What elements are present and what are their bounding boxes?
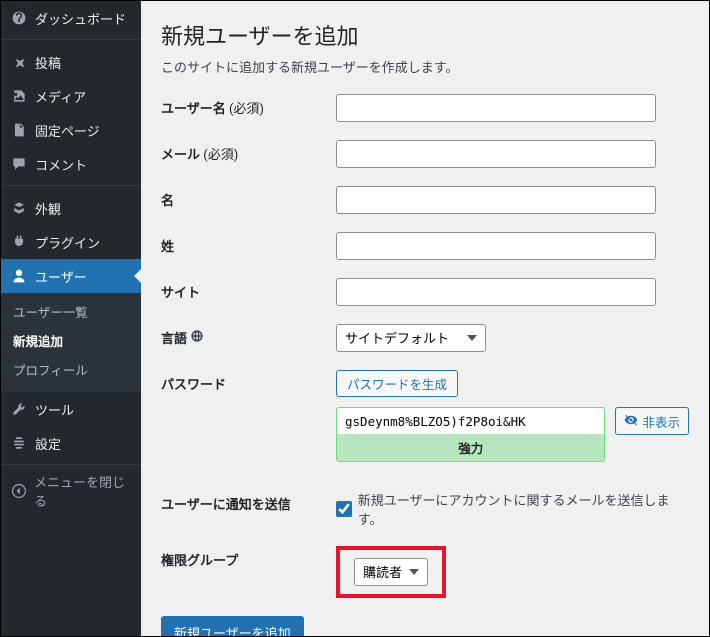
page-icon bbox=[9, 120, 29, 140]
lastname-label: 姓 bbox=[161, 232, 336, 255]
appearance-icon bbox=[9, 198, 29, 218]
sidebar-item-appearance[interactable]: 外観 bbox=[1, 191, 141, 225]
users-submenu: ユーザー一覧 新規追加 プロフィール bbox=[1, 293, 141, 392]
comment-icon bbox=[9, 154, 29, 174]
password-label: パスワード bbox=[161, 370, 336, 393]
role-label: 権限グループ bbox=[161, 546, 336, 569]
sidebar-item-label: 固定ページ bbox=[35, 121, 100, 140]
user-icon bbox=[9, 266, 29, 286]
sidebar-item-pages[interactable]: 固定ページ bbox=[1, 113, 141, 147]
sidebar-item-posts[interactable]: 投稿 bbox=[1, 45, 141, 79]
sidebar-item-label: ダッシュボード bbox=[35, 9, 126, 28]
settings-icon bbox=[9, 433, 29, 453]
page-description: このサイトに追加する新規ユーザーを作成します。 bbox=[161, 57, 689, 76]
generate-password-button[interactable]: パスワードを生成 bbox=[336, 370, 458, 397]
lastname-input[interactable] bbox=[336, 232, 656, 260]
role-select[interactable]: 購読者 bbox=[354, 558, 428, 586]
language-select[interactable]: サイトデフォルト bbox=[336, 324, 486, 352]
sidebar-item-label: 外観 bbox=[35, 199, 61, 218]
admin-sidebar: ダッシュボード 投稿 メディア 固定ページ コメント 外観 プラグイン ユーザー… bbox=[1, 1, 141, 636]
add-user-submit-button[interactable]: 新規ユーザーを追加 bbox=[161, 616, 304, 636]
main-content: 新規ユーザーを追加 このサイトに追加する新規ユーザーを作成します。 ユーザー名 … bbox=[141, 1, 709, 636]
username-input[interactable] bbox=[336, 94, 656, 122]
sidebar-item-label: コメント bbox=[35, 155, 87, 174]
sidebar-item-label: 設定 bbox=[35, 434, 61, 453]
collapse-label: メニューを閉じる bbox=[34, 472, 133, 510]
sidebar-item-label: メディア bbox=[35, 87, 86, 106]
translate-icon bbox=[190, 332, 204, 347]
page-title: 新規ユーザーを追加 bbox=[161, 19, 689, 51]
plugin-icon bbox=[9, 232, 29, 252]
username-label: ユーザー名 (必須) bbox=[161, 94, 336, 117]
tools-icon bbox=[9, 399, 29, 419]
sidebar-item-label: ツール bbox=[35, 400, 74, 419]
submenu-item-all-users[interactable]: ユーザー一覧 bbox=[1, 297, 141, 326]
firstname-input[interactable] bbox=[336, 186, 656, 214]
role-highlight-box: 購読者 bbox=[336, 546, 446, 598]
menu-separator bbox=[1, 35, 141, 40]
website-label: サイト bbox=[161, 278, 336, 301]
collapse-menu-button[interactable]: メニューを閉じる bbox=[1, 464, 141, 517]
password-strength-indicator: 強力 bbox=[337, 434, 604, 461]
dashboard-icon bbox=[9, 8, 29, 28]
menu-separator bbox=[1, 181, 141, 186]
sidebar-item-plugins[interactable]: プラグイン bbox=[1, 225, 141, 259]
sidebar-item-label: ユーザー bbox=[35, 267, 87, 286]
notify-label: ユーザーに通知を送信 bbox=[161, 490, 336, 513]
website-input[interactable] bbox=[336, 278, 656, 306]
sidebar-item-label: プラグイン bbox=[35, 233, 100, 252]
notify-checkbox-wrap[interactable]: 新規ユーザーにアカウントに関するメールを送信します。 bbox=[336, 490, 689, 528]
password-box: 強力 bbox=[336, 407, 605, 462]
sidebar-item-dashboard[interactable]: ダッシュボード bbox=[1, 1, 141, 35]
collapse-icon bbox=[9, 481, 28, 501]
sidebar-item-comments[interactable]: コメント bbox=[1, 147, 141, 181]
sidebar-item-tools[interactable]: ツール bbox=[1, 392, 141, 426]
pin-icon bbox=[9, 52, 29, 72]
password-input[interactable] bbox=[337, 408, 604, 434]
submenu-item-add-new[interactable]: 新規追加 bbox=[1, 326, 141, 355]
hide-password-button[interactable]: 非表示 bbox=[615, 407, 689, 435]
firstname-label: 名 bbox=[161, 186, 336, 209]
eye-slash-icon bbox=[624, 413, 638, 430]
email-input[interactable] bbox=[336, 140, 656, 168]
email-label: メール (必須) bbox=[161, 140, 336, 163]
language-label: 言語 bbox=[161, 324, 336, 347]
media-icon bbox=[9, 86, 29, 106]
sidebar-item-settings[interactable]: 設定 bbox=[1, 426, 141, 460]
sidebar-item-media[interactable]: メディア bbox=[1, 79, 141, 113]
sidebar-item-label: 投稿 bbox=[35, 53, 61, 72]
notify-checkbox-label: 新規ユーザーにアカウントに関するメールを送信します。 bbox=[358, 490, 689, 528]
submenu-item-profile[interactable]: プロフィール bbox=[1, 355, 141, 384]
sidebar-item-users[interactable]: ユーザー bbox=[1, 259, 141, 293]
notify-checkbox[interactable] bbox=[336, 501, 352, 517]
